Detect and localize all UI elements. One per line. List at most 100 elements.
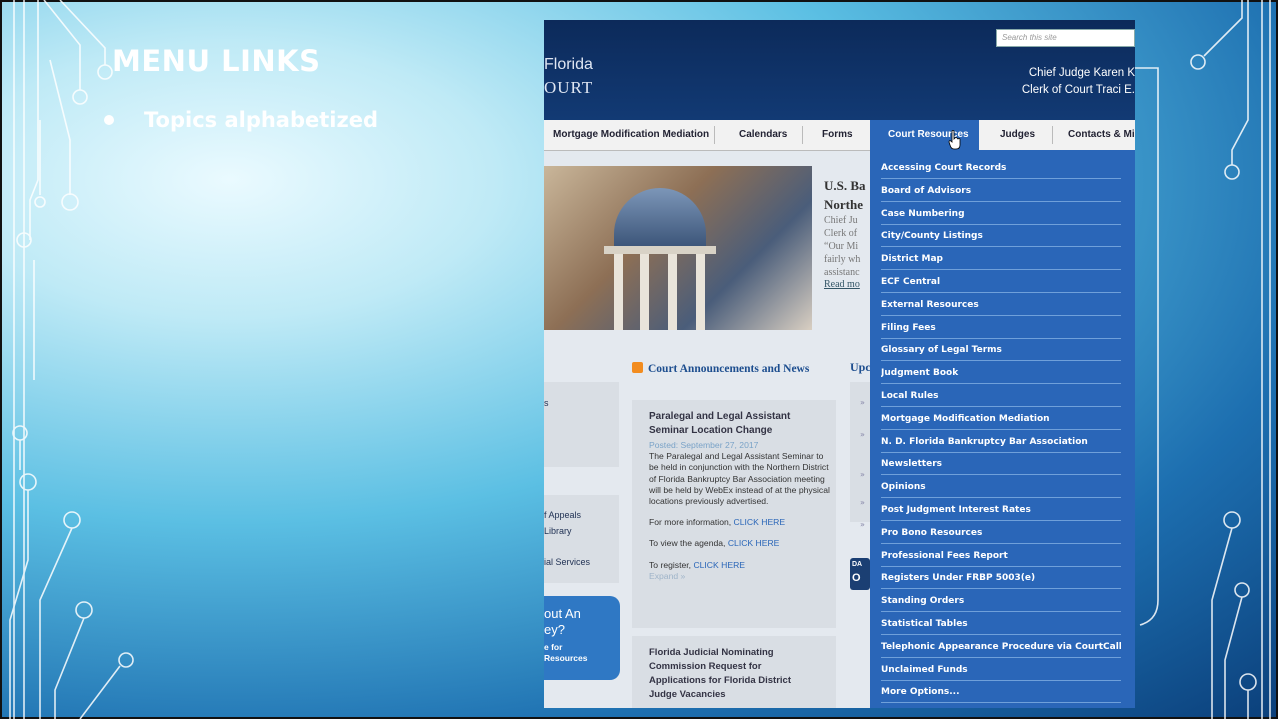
banner-title-line: U.S. Ba <box>824 178 866 193</box>
banner-image <box>544 166 812 330</box>
dropdown-item[interactable]: Pro Bono Resources <box>881 522 1121 544</box>
dome-shape <box>614 188 706 248</box>
dropdown-item[interactable]: Judgment Book <box>881 362 1121 385</box>
column-shape <box>614 254 623 330</box>
banner-title-line: Northe <box>824 197 863 212</box>
promo-sub-line: Resources <box>544 653 588 663</box>
announcement-body: Paralegal and Legal Assistant Seminar Lo… <box>649 410 831 582</box>
dropdown-item[interactable]: Registers Under FRBP 5003(e) <box>881 567 1121 590</box>
nav-calendars[interactable]: Calendars <box>739 120 787 150</box>
banner-sub-line: “Our Mi <box>824 241 859 252</box>
dropdown-item[interactable]: More Options... <box>881 681 1121 704</box>
banner-sub-line: fairly wh <box>824 254 861 265</box>
nav-contacts[interactable]: Contacts & Mi <box>1068 120 1135 150</box>
dropdown-item[interactable]: Statistical Tables <box>881 613 1121 635</box>
website-screenshot: Search this site Florida OURT Chief Judg… <box>544 20 1135 708</box>
upcoming-arrow-icon[interactable]: » <box>860 398 865 407</box>
dropdown-item[interactable]: Local Rules <box>881 385 1121 407</box>
hand-cursor-icon <box>948 130 961 150</box>
promo-line: out An <box>544 606 581 621</box>
dropdown-item[interactable]: Board of Advisors <box>881 180 1121 202</box>
banner-sub-line: Chief Ju <box>824 215 858 226</box>
nav-court-resources[interactable]: Court Resources <box>870 120 979 150</box>
banner-read-more-link[interactable]: Read mo <box>824 279 874 290</box>
site-state-name: Florida <box>544 56 593 73</box>
nav-mortgage-modification[interactable]: Mortgage Modification Mediation <box>553 120 709 150</box>
dropdown-item[interactable]: Telephonic Appearance Procedure via Cour… <box>881 636 1121 658</box>
search-input[interactable]: Search this site <box>996 29 1135 47</box>
clerk-text: Clerk of Court Traci E. <box>1021 84 1135 96</box>
nav-divider <box>714 126 715 144</box>
dropdown-item[interactable]: Accessing Court Records <box>881 157 1121 179</box>
dropdown-item[interactable]: Post Judgment Interest Rates <box>881 499 1121 521</box>
nav-divider <box>802 126 803 144</box>
agenda-text: To view the agenda, <box>649 538 726 549</box>
banner-sub-line: assistanc <box>824 267 860 278</box>
dome-base-shape <box>604 246 716 254</box>
left-link-library[interactable]: Library <box>544 526 572 536</box>
court-resources-dropdown: Accessing Court Records Board of Advisors… <box>870 150 1135 708</box>
left-links-box: f Appeals Library ial Services <box>544 495 619 583</box>
column-shape <box>640 254 649 330</box>
main-nav: Mortgage Modification Mediation Calendar… <box>544 120 1135 151</box>
promo-sub-line: e for <box>544 642 563 652</box>
dropdown-item[interactable]: Filing Fees <box>881 317 1121 339</box>
left-panel-box: s <box>544 382 619 467</box>
upcoming-heading: Upc <box>850 360 871 374</box>
more-info-text: For more information, <box>649 517 732 528</box>
rss-icon[interactable] <box>632 362 643 373</box>
dropdown-item[interactable]: District Map <box>881 248 1121 271</box>
announcement-agenda: To view the agenda, CLICK HERE <box>649 538 831 549</box>
announcement-date: Posted: September 27, 2017 <box>649 440 759 450</box>
site-header: Search this site Florida OURT Chief Judg… <box>544 20 1135 120</box>
slide-title: MENU LINKS <box>112 44 321 78</box>
nav-divider <box>1052 126 1053 144</box>
dropdown-item[interactable]: Glossary of Legal Terms <box>881 339 1121 362</box>
upcoming-arrow-icon[interactable]: » <box>860 470 865 479</box>
dropdown-item[interactable]: External Resources <box>881 294 1121 316</box>
expand-link[interactable]: Expand » <box>649 571 831 582</box>
bullet-dot-icon <box>104 115 114 125</box>
nav-judges[interactable]: Judges <box>1000 120 1035 150</box>
dropdown-item[interactable]: Opinions <box>881 476 1121 499</box>
dropdown-item[interactable]: N. D. Florida Bankruptcy Bar Association <box>881 431 1121 453</box>
announcement-text: The Paralegal and Legal Assistant Semina… <box>649 451 830 507</box>
nav-forms[interactable]: Forms <box>822 120 853 150</box>
upcoming-arrow-icon[interactable]: » <box>860 430 865 439</box>
column-shape <box>696 254 705 330</box>
announcement-more-info: For more information, CLICK HERE <box>649 517 831 528</box>
upcoming-arrow-icon[interactable]: » <box>860 498 865 507</box>
left-promo-box[interactable]: out An ey? e for Resources <box>544 596 620 680</box>
date-badge-line: DA <box>852 561 863 568</box>
announcement-title[interactable]: Paralegal and Legal Assistant Seminar Lo… <box>649 410 831 438</box>
left-box-marker: s <box>544 398 549 408</box>
announcement-title[interactable]: Florida Judicial Nominating Commission R… <box>649 646 819 702</box>
site-court-word: OURT <box>544 78 594 97</box>
column-shape <box>668 254 677 330</box>
more-info-link[interactable]: CLICK HERE <box>734 517 786 527</box>
banner-sub-line: Clerk of <box>824 228 858 239</box>
dropdown-item[interactable]: Newsletters <box>881 453 1121 476</box>
dropdown-item[interactable]: Standing Orders <box>881 590 1121 613</box>
date-badge-line: O <box>852 572 861 584</box>
bullet-text: Topics alphabetized <box>144 108 378 132</box>
dropdown-item[interactable]: ECF Central <box>881 271 1121 293</box>
chief-judge-text: Chief Judge Karen K <box>1028 67 1135 79</box>
dropdown-item[interactable]: Mortgage Modification Mediation <box>881 408 1121 430</box>
register-text: To register, <box>649 559 692 570</box>
register-link[interactable]: CLICK HERE <box>693 560 745 570</box>
slide-bullet: Topics alphabetized <box>104 108 378 132</box>
left-link-services[interactable]: ial Services <box>544 557 590 567</box>
dropdown-item[interactable]: Case Numbering <box>881 203 1121 225</box>
dropdown-item[interactable]: Unclaimed Funds <box>881 659 1121 681</box>
left-link-appeals[interactable]: f Appeals <box>544 510 581 520</box>
dropdown-item[interactable]: City/County Listings <box>881 225 1121 248</box>
promo-line: ey? <box>544 622 565 637</box>
announcement-register: To register, CLICK HERE <box>649 560 831 571</box>
upcoming-arrow-icon[interactable]: » <box>860 520 865 529</box>
dropdown-item[interactable]: Professional Fees Report <box>881 545 1121 567</box>
agenda-link[interactable]: CLICK HERE <box>728 538 780 548</box>
announcements-heading: Court Announcements and News <box>632 362 822 376</box>
date-badge: DA O <box>850 558 870 590</box>
banner-text: U.S. Ba Northe Chief Ju Clerk of “Our Mi… <box>824 176 874 290</box>
